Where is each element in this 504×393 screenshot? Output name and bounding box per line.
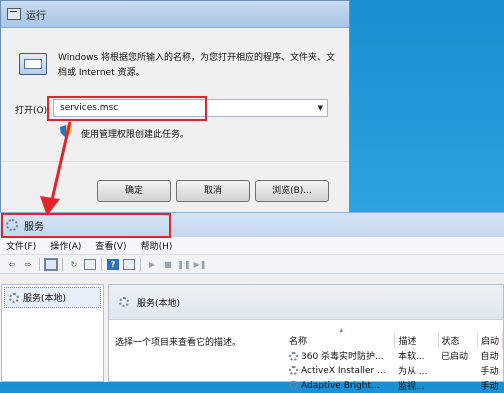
refresh-icon[interactable]: ↻ xyxy=(68,259,80,270)
service-startup: 手动 xyxy=(480,367,499,377)
table-row[interactable]: ActiveX Installer ... 为从 ... 手动 xyxy=(286,363,503,378)
service-name-cell: Adaptive Bright... xyxy=(286,378,395,393)
tree-item-services-local[interactable]: 服务(本地) xyxy=(4,287,101,308)
service-status: 已启动 xyxy=(441,352,469,362)
back-icon[interactable]: ⇦ xyxy=(6,259,18,270)
open-label: 打开(O): xyxy=(15,106,51,116)
help-icon[interactable]: ? xyxy=(107,258,119,270)
panel-description: 选择一个项目来查看它的描述。 xyxy=(115,338,242,348)
menu-action[interactable]: 操作(A) xyxy=(50,239,81,252)
run-title: 运行 xyxy=(26,10,46,22)
tree-item-label: 服务(本地) xyxy=(23,294,67,304)
gear-icon xyxy=(9,292,19,303)
column-header-name[interactable]: 名称 xyxy=(286,332,396,348)
gear-icon xyxy=(289,380,298,390)
toolbar: ⇦ ⇨ ↻ ? ▶ ■ ❚❚ ▶❚ xyxy=(0,255,504,274)
service-name: ActiveX Installer ... xyxy=(301,365,386,376)
services-window: 服务 文件(F) 操作(A) 查看(V) 帮助(H) ⇦ ⇨ ↻ ? ▶ ■ ❚… xyxy=(0,212,504,392)
gear-icon xyxy=(289,352,298,361)
run-titlebar: 运行 xyxy=(1,1,349,28)
service-name: Adaptive Bright... xyxy=(301,380,380,391)
service-name-cell: ActiveX Installer ... xyxy=(286,363,395,378)
run-program-icon xyxy=(19,53,47,75)
toolbar-separator xyxy=(140,257,141,271)
service-status xyxy=(438,378,477,393)
service-desc: 监视... xyxy=(397,382,425,392)
highlight-box-input xyxy=(47,96,207,121)
service-name-cell: 360 杀毒实时防护... xyxy=(286,348,395,363)
restart-icon[interactable]: ▶❚ xyxy=(194,259,207,270)
details-pane: 服务(本地) 选择一个项目来查看它的描述。 ▲ 名称 描述 状态 启动 360 … xyxy=(108,284,504,392)
menu-file[interactable]: 文件(F) xyxy=(6,239,36,252)
play-icon[interactable]: ▶ xyxy=(146,259,158,270)
highlight-box-title xyxy=(1,213,171,238)
ok-button[interactable]: 确定 xyxy=(97,180,171,202)
column-header-status[interactable]: 状态 xyxy=(438,332,478,348)
service-name: 360 杀毒实时防护... xyxy=(301,352,384,362)
dropdown-arrow-icon[interactable]: ▼ xyxy=(318,100,323,116)
tree-pane: 服务(本地) xyxy=(1,284,104,382)
stop-icon[interactable]: ■ xyxy=(162,259,174,270)
cancel-button[interactable]: 取消 xyxy=(176,180,250,202)
column-header-startup[interactable]: 启动 xyxy=(477,332,504,348)
toolbar-separator xyxy=(101,257,102,271)
service-startup: 自动 xyxy=(480,352,499,362)
toolbar-separator xyxy=(62,257,63,271)
run-window-icon xyxy=(7,8,21,20)
panel-header: 服务(本地) xyxy=(109,285,503,320)
pause-icon[interactable]: ❚❚ xyxy=(177,259,190,270)
table-header-row: 名称 描述 状态 启动 xyxy=(286,332,504,348)
run-dialog: 运行 Windows 将根据您所输入的名称，为您打开相应的程序、文件夹、文档或 … xyxy=(0,0,350,216)
forward-icon[interactable]: ⇨ xyxy=(22,259,34,270)
services-table: 名称 描述 状态 启动 360 杀毒实时防护... 本软... 已启动 自动 A… xyxy=(286,332,504,393)
run-description: Windows 将根据您所输入的名称，为您打开相应的程序、文件夹、文档或 Int… xyxy=(58,53,336,78)
uac-shield-icon xyxy=(60,125,72,138)
show-hide-tree-icon[interactable] xyxy=(44,257,58,271)
menu-help[interactable]: 帮助(H) xyxy=(141,239,173,252)
column-header-description[interactable]: 描述 xyxy=(394,332,439,348)
service-desc: 本软... xyxy=(397,352,425,362)
menu-bar: 文件(F) 操作(A) 查看(V) 帮助(H) xyxy=(0,237,504,255)
export-icon[interactable] xyxy=(84,258,96,270)
service-desc: 为从 ... xyxy=(397,367,428,377)
table-row[interactable]: Adaptive Bright... 监视... 手动 xyxy=(286,378,503,393)
table-row[interactable]: 360 杀毒实时防护... 本软... 已启动 自动 xyxy=(286,348,503,363)
admin-note: 使用管理权限创建此任务。 xyxy=(81,130,190,140)
toolbar-separator xyxy=(39,257,40,271)
browse-button[interactable]: 浏览(B)... xyxy=(255,180,329,202)
panel-header-label: 服务(本地) xyxy=(137,298,181,309)
menu-view[interactable]: 查看(V) xyxy=(95,239,126,252)
gear-icon xyxy=(289,365,298,375)
service-status xyxy=(438,363,477,378)
gear-icon xyxy=(119,297,129,307)
service-startup: 手动 xyxy=(480,382,499,392)
properties-icon[interactable] xyxy=(123,258,135,270)
